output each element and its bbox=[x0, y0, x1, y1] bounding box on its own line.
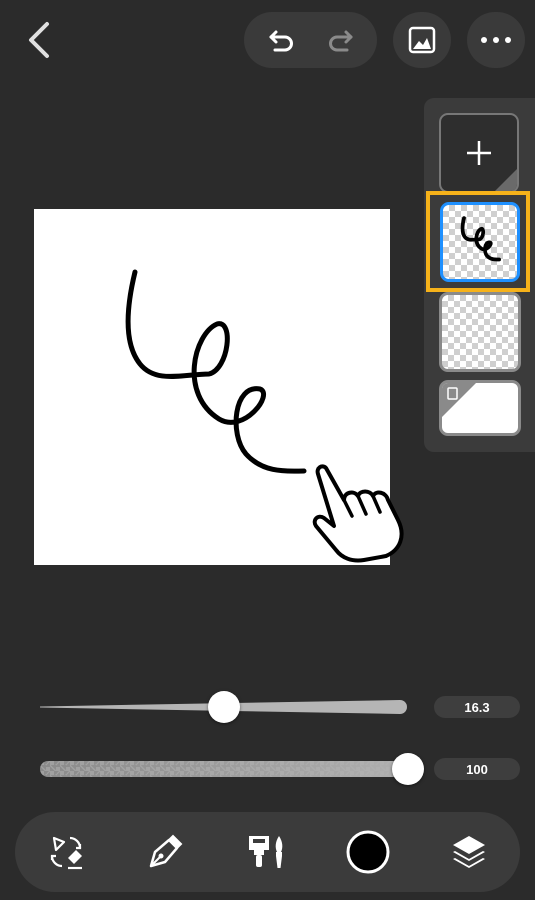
image-button[interactable] bbox=[393, 12, 451, 68]
undo-redo-group bbox=[244, 12, 377, 68]
corner-fold-icon bbox=[495, 169, 517, 191]
chevron-left-icon bbox=[29, 22, 49, 58]
more-horizontal-icon bbox=[481, 37, 511, 43]
redo-button[interactable] bbox=[310, 12, 370, 68]
layers-icon bbox=[453, 836, 485, 868]
back-button[interactable] bbox=[18, 18, 62, 62]
layer-thumb-empty[interactable] bbox=[439, 292, 521, 372]
brush-icon bbox=[249, 836, 283, 868]
transform-eraser-button[interactable] bbox=[34, 820, 98, 884]
image-icon bbox=[408, 26, 436, 54]
hand-pointer-icon bbox=[312, 464, 404, 563]
plus-icon bbox=[467, 141, 491, 165]
add-layer-button[interactable] bbox=[439, 113, 519, 193]
color-button[interactable] bbox=[336, 820, 400, 884]
size-value[interactable]: 16.3 bbox=[434, 696, 520, 718]
brush-button[interactable] bbox=[235, 820, 299, 884]
layer-thumb-paper[interactable] bbox=[439, 380, 521, 436]
more-button[interactable] bbox=[467, 12, 525, 68]
pen-icon bbox=[149, 834, 183, 868]
opacity-gradient bbox=[40, 761, 408, 777]
stroke-thumbnail bbox=[460, 216, 501, 262]
layer-thumb-stroke[interactable] bbox=[440, 202, 520, 282]
color-swatch bbox=[346, 830, 390, 874]
size-slider-thumb[interactable] bbox=[208, 691, 240, 723]
transform-eraser-icon bbox=[50, 836, 82, 870]
pen-button[interactable] bbox=[133, 820, 197, 884]
opacity-value[interactable]: 100 bbox=[434, 758, 520, 780]
redo-icon bbox=[329, 30, 353, 52]
bottom-toolbar bbox=[15, 812, 520, 892]
undo-button[interactable] bbox=[252, 12, 312, 68]
undo-icon bbox=[269, 30, 293, 52]
opacity-slider-thumb[interactable] bbox=[392, 753, 424, 785]
layers-button[interactable] bbox=[437, 820, 501, 884]
paper-corner-icon bbox=[442, 383, 476, 417]
